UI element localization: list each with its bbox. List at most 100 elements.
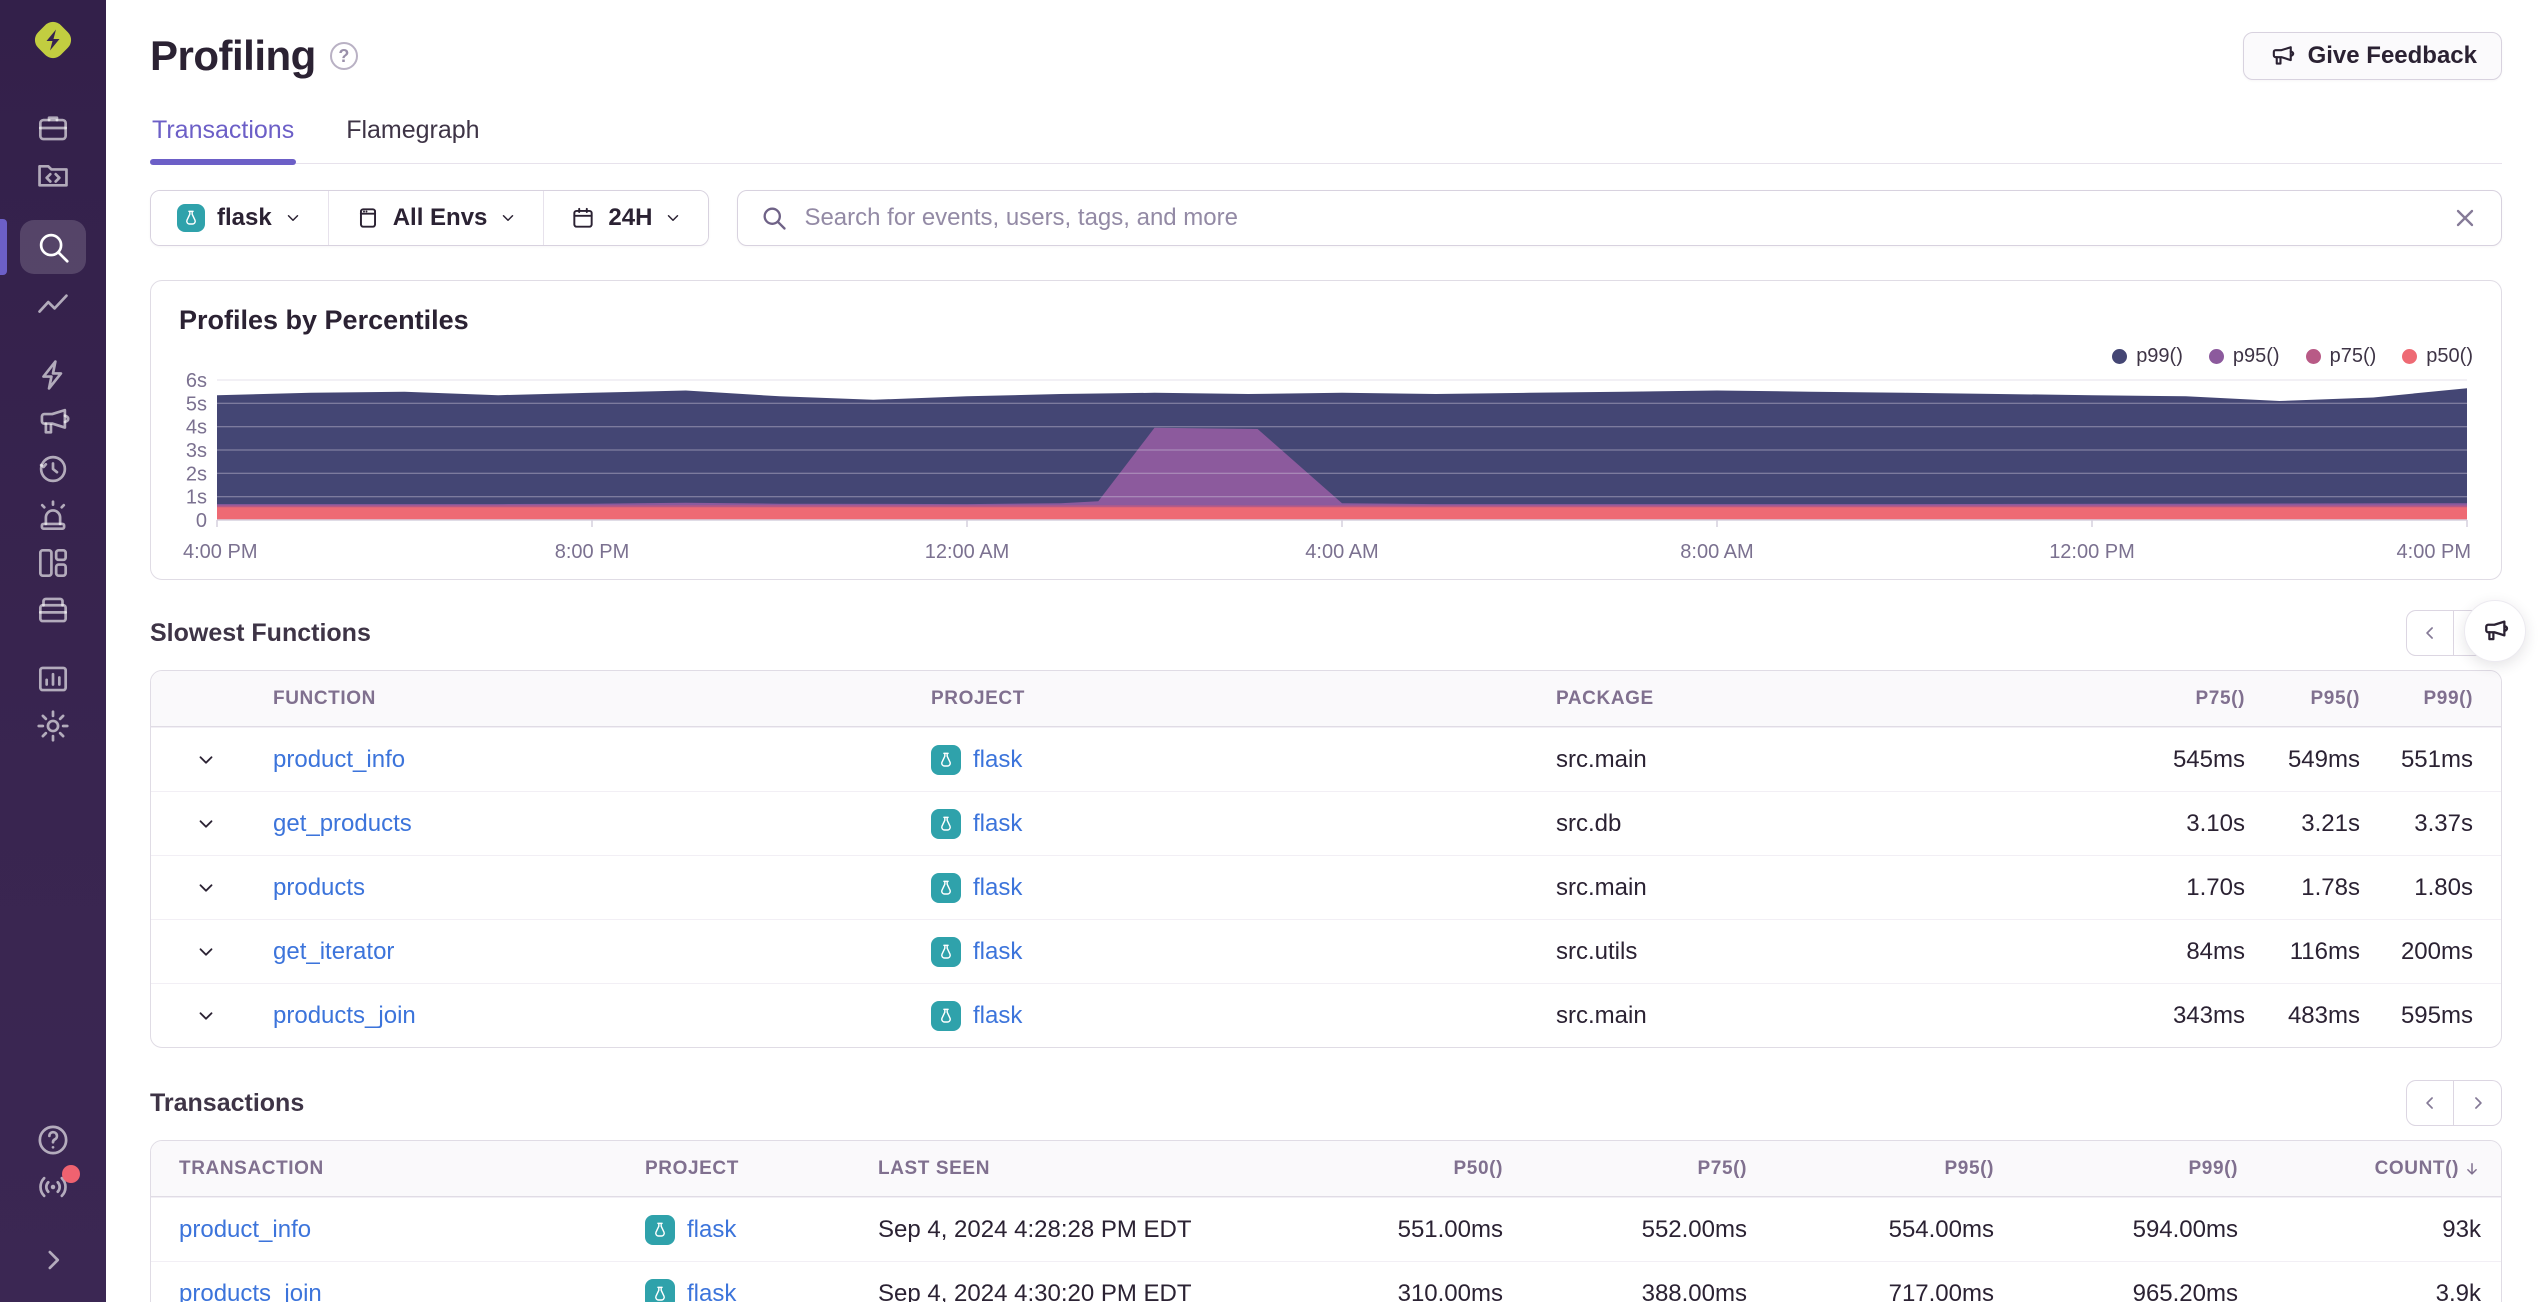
sidebar-item-whats-new[interactable] (20, 1163, 86, 1210)
legend-item[interactable]: p50() (2402, 345, 2473, 368)
project-link[interactable]: flask (973, 1002, 1022, 1030)
percentiles-chart-card: Profiles by Percentiles p99() p95() p75() p… (150, 280, 2502, 580)
previous-page-button[interactable] (2406, 610, 2454, 656)
sidebar-item-performance[interactable] (20, 282, 86, 329)
function-link[interactable]: get_products (261, 810, 931, 838)
expand-row-button[interactable] (151, 1005, 261, 1027)
p75-cell: 3.10s (2186, 809, 2245, 837)
expand-row-button[interactable] (151, 941, 261, 963)
chevron-down-icon (668, 215, 679, 221)
function-link[interactable]: products (261, 874, 931, 902)
floating-feedback-button[interactable] (2464, 600, 2526, 662)
sidebar-item-collapse[interactable] (20, 1236, 86, 1283)
svg-text:1s: 1s (186, 487, 207, 509)
megaphone-icon (2272, 46, 2294, 65)
sidebar-item-crons[interactable] (20, 445, 86, 492)
search-icon (763, 207, 787, 230)
project-cell: flask (931, 808, 1556, 839)
p75-cell: 552.00ms (1641, 1215, 1747, 1243)
p50-cell: 551.00ms (1397, 1215, 1503, 1243)
table-row: get_iterator flask src.utils 84ms 116ms 200ms (151, 919, 2501, 983)
sidebar-item-getting-started[interactable] (20, 351, 86, 398)
project-cell: flask (645, 1214, 878, 1245)
p95-cell: 116ms (2289, 937, 2360, 965)
chevron-down-icon (199, 819, 213, 828)
package-cell: src.utils (1556, 937, 1638, 965)
function-link[interactable]: products_join (261, 1002, 931, 1030)
sidebar-item-dashboards[interactable] (20, 539, 86, 586)
legend-dot-icon (2112, 348, 2128, 364)
flask-project-icon (931, 936, 961, 967)
p75-cell: 545ms (2172, 745, 2245, 773)
sidebar-item-stats[interactable] (20, 655, 86, 702)
give-feedback-button[interactable]: Give Feedback (2242, 32, 2502, 80)
p95-cell: 554.00ms (1888, 1215, 1994, 1243)
chevron-down-icon (503, 215, 514, 221)
svg-text:3s: 3s (186, 440, 207, 462)
expand-row-button[interactable] (151, 813, 261, 835)
chevron-down-icon (287, 215, 298, 221)
function-link[interactable]: product_info (261, 746, 931, 774)
help-icon (38, 1125, 68, 1154)
project-link[interactable]: flask (687, 1280, 736, 1302)
tab-transactions[interactable]: Transactions (150, 104, 297, 165)
sentry-logo[interactable] (27, 14, 79, 66)
next-page-button[interactable] (2454, 1080, 2502, 1126)
date-range-filter-button[interactable]: 24H (543, 191, 709, 245)
tab-flamegraph[interactable]: Flamegraph (344, 104, 481, 163)
expand-row-button[interactable] (151, 749, 261, 771)
chevron-right-icon (2474, 1097, 2482, 1109)
chevron-left-icon (2426, 627, 2433, 639)
legend-item[interactable]: p75() (2305, 345, 2376, 368)
sidebar-item-feedback[interactable] (20, 398, 86, 445)
legend-item[interactable]: p99() (2112, 345, 2183, 368)
expand-row-button[interactable] (151, 877, 261, 899)
last-seen-cell: Sep 4, 2024 4:28:28 PM EDT (878, 1215, 1192, 1243)
help-icon[interactable]: ? (329, 42, 358, 70)
sidebar-item-alerts[interactable] (20, 492, 86, 539)
column-header-sortable[interactable]: COUNT() (2238, 1158, 2501, 1180)
project-cell: flask (931, 1000, 1556, 1031)
clear-search-button[interactable] (2451, 204, 2479, 232)
p95-cell: 1.78s (2301, 873, 2360, 901)
sidebar-item-help[interactable] (20, 1116, 86, 1163)
transaction-link[interactable]: product_info (151, 1216, 645, 1244)
search-input[interactable] (804, 204, 2435, 232)
svg-text:5s: 5s (186, 393, 207, 415)
project-link[interactable]: flask (973, 746, 1022, 774)
project-link[interactable]: flask (973, 874, 1022, 902)
function-link[interactable]: get_iterator (261, 938, 931, 966)
calendar-icon (573, 207, 594, 228)
previous-page-button[interactable] (2406, 1080, 2454, 1126)
package-cell: src.main (1556, 745, 1647, 773)
transaction-link[interactable]: products_join (151, 1280, 645, 1302)
sidebar-item-releases[interactable] (20, 586, 86, 633)
sidebar-item-explore[interactable] (0, 219, 86, 275)
project-link[interactable]: flask (687, 1216, 736, 1244)
chart-plot-area[interactable]: 6s 5s 4s 3s 2s 1s 0 4:00 PM 8:00 PM 12:00 AM 4:00 … (179, 370, 2473, 571)
app-root: Profiling ? Give Feedback Transactions F… (0, 0, 2544, 1302)
legend-dot-icon (2305, 348, 2321, 364)
svg-text:8:00 AM: 8:00 AM (1680, 541, 1753, 563)
flask-project-icon (931, 872, 961, 903)
gear-icon (37, 709, 69, 742)
project-link[interactable]: flask (973, 938, 1022, 966)
column-header: P95() (1944, 1157, 1994, 1179)
p75-cell: 343ms (2172, 1001, 2245, 1029)
sidebar-item-settings[interactable] (20, 702, 86, 749)
p99-cell: 3.37s (2414, 809, 2473, 837)
svg-text:4s: 4s (186, 417, 207, 439)
chevron-down-icon (199, 1011, 213, 1020)
transactions-pagination (2406, 1080, 2502, 1126)
package-cell: src.db (1556, 809, 1622, 837)
chevron-left-icon (2426, 1097, 2433, 1109)
sidebar-item-issues[interactable] (20, 104, 86, 151)
project-link[interactable]: flask (973, 810, 1022, 838)
flask-project-icon (941, 944, 951, 959)
project-filter-button[interactable]: flask (151, 191, 328, 245)
search-bar (737, 190, 2502, 246)
lightning-icon (42, 359, 63, 390)
environment-filter-button[interactable]: All Envs (327, 191, 544, 245)
legend-item[interactable]: p95() (2208, 345, 2280, 368)
sidebar-item-projects[interactable] (20, 151, 86, 198)
